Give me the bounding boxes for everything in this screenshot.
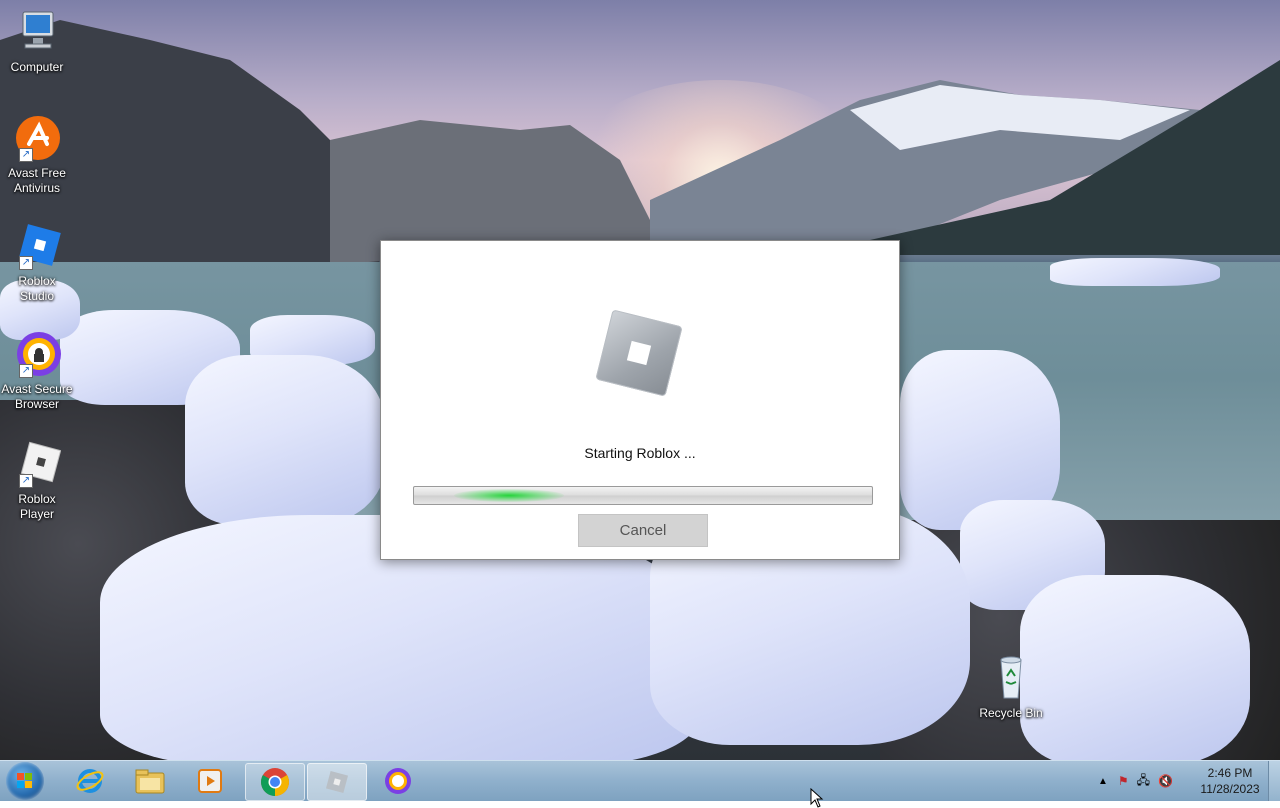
shortcut-arrow-icon: ↗ [19, 148, 33, 162]
desktop-icon-label: Browser [14, 397, 59, 411]
ice-block [185, 355, 385, 525]
file-explorer-icon [135, 769, 165, 794]
roblox-icon [325, 770, 349, 794]
status-text: Starting Roblox ... [584, 445, 696, 461]
volume-muted-icon[interactable]: 🔇 [1158, 774, 1173, 788]
roblox-launcher-dialog: Starting Roblox ... Cancel [380, 240, 900, 560]
cancel-button[interactable]: Cancel [578, 514, 708, 547]
mouse-cursor-icon [810, 788, 824, 808]
desktop-icon-label: Recycle Bin [979, 706, 1043, 720]
desktop-icon-avast-free-antivirus[interactable]: ↗ Avast Free Antivirus [0, 114, 74, 196]
taskbar-file-explorer[interactable] [122, 763, 178, 799]
desktop-icon-computer[interactable]: Computer [0, 8, 74, 75]
mountains-background [0, 20, 1280, 265]
desktop-icon-label: Roblox [18, 274, 56, 288]
taskbar-avast-browser[interactable] [370, 763, 426, 799]
show-hidden-icons-button[interactable]: ▲ [1098, 776, 1108, 787]
taskbar: ▲ ⚑ 🖧 🔇 2:46 PM 11/28/2023 [0, 760, 1280, 801]
avast-browser-icon: ↗ [13, 330, 61, 378]
desktop-icon-label: Avast Secure [1, 382, 73, 396]
shortcut-arrow-icon: ↗ [19, 474, 33, 488]
ice-block [1020, 575, 1250, 765]
system-tray: ▲ ⚑ 🖧 🔇 [1098, 761, 1173, 801]
desktop-icon-roblox-player[interactable]: ↗ Roblox Player [0, 440, 74, 522]
avast-antivirus-icon: ↗ [13, 114, 61, 162]
action-center-flag-icon[interactable]: ⚑ [1118, 774, 1129, 788]
desktop-icon-label: Studio [19, 289, 55, 303]
desktop-icon-label: Computer [10, 60, 64, 74]
show-desktop-button[interactable] [1268, 761, 1280, 801]
taskbar-internet-explorer[interactable] [62, 763, 118, 799]
internet-explorer-icon [76, 769, 104, 793]
desktop-icon-avast-secure-browser[interactable]: ↗ Avast Secure Browser [0, 330, 74, 412]
roblox-logo-icon [595, 309, 683, 397]
taskbar-chrome[interactable] [245, 763, 305, 801]
windows-logo-icon [17, 773, 32, 788]
desktop-icon-label: Avast Free [8, 166, 66, 180]
desktop-icon-roblox-studio[interactable]: ↗ Roblox Studio [0, 222, 74, 304]
start-button[interactable] [6, 762, 44, 800]
desktop-icon-recycle-bin[interactable]: Recycle Bin [974, 654, 1048, 721]
progress-indicator [454, 489, 564, 502]
ice-block [1050, 258, 1220, 286]
desktop-icon-label: Antivirus [13, 181, 60, 195]
clock-time: 2:46 PM [1207, 766, 1253, 780]
recycle-bin-icon [987, 654, 1035, 702]
shortcut-arrow-icon: ↗ [19, 256, 33, 270]
roblox-player-icon: ↗ [13, 440, 62, 488]
roblox-studio-icon: ↗ [13, 222, 61, 270]
taskbar-media-player[interactable] [182, 763, 238, 799]
taskbar-roblox[interactable] [307, 763, 367, 801]
avast-browser-icon [385, 768, 411, 794]
progress-bar [413, 486, 873, 505]
shortcut-arrow-icon: ↗ [19, 364, 33, 378]
clock[interactable]: 2:46 PM 11/28/2023 [1188, 765, 1272, 797]
media-player-icon [198, 769, 222, 793]
desktop-icon-label: Roblox Player [18, 492, 56, 521]
computer-icon [13, 8, 61, 56]
chrome-icon [261, 768, 289, 796]
network-icon[interactable]: 🖧 [1137, 771, 1150, 792]
clock-date: 11/28/2023 [1200, 782, 1260, 796]
